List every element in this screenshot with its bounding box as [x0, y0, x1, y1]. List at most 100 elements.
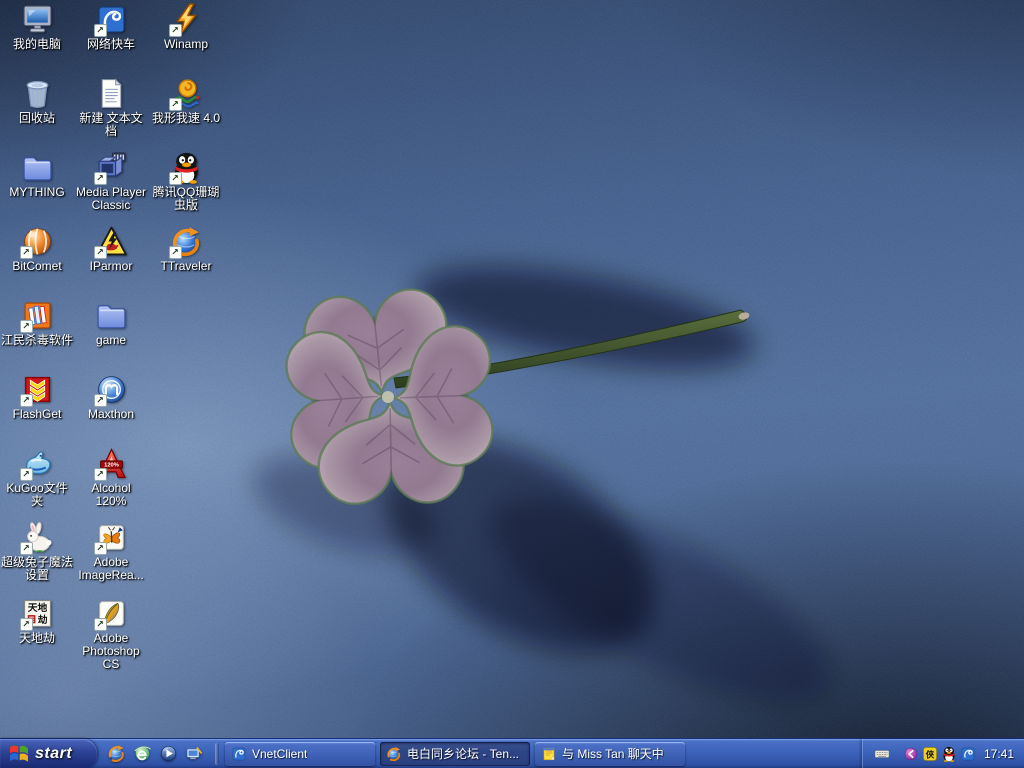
svg-text:劫: 劫	[37, 613, 47, 626]
desktop-icon-vnet[interactable]: ↗ 网络快车	[75, 3, 147, 51]
quick-launch-windows-media-player[interactable]	[159, 744, 178, 763]
desktop-icon-image: ↗	[95, 521, 128, 554]
shortcut-arrow-overlay: ↗	[20, 394, 33, 407]
desktop-icon-label: Maxthon	[88, 408, 134, 421]
desktop-icon-image: ↗	[21, 373, 54, 406]
desktop-icon-label: FlashGet	[13, 408, 62, 421]
desktop-icon-image: ↗	[95, 597, 128, 630]
desktop-icon-woxing[interactable]: ↗ 我形我速 4.0	[150, 77, 222, 125]
shortcut-arrow-overlay: ↗	[169, 172, 182, 185]
desktop-icon-bitcomet[interactable]: ↗ BitComet	[1, 225, 73, 273]
desktop-icon-label: 我形我速 4.0	[152, 112, 220, 125]
desktop-icon-iparmor[interactable]: ↗ IParmor	[75, 225, 147, 273]
desktop-icon-imageready[interactable]: ↗ Adobe ImageRea...	[75, 521, 147, 582]
desktop-icon-image	[21, 77, 54, 110]
desktop-icon-image: ↗	[21, 299, 54, 332]
desktop-icon-text-document[interactable]: 新建 文本文档	[75, 77, 147, 138]
start-button[interactable]: start	[0, 739, 97, 768]
desktop-icon-image	[21, 151, 54, 184]
desktop-icon-image	[21, 3, 54, 36]
shortcut-arrow-overlay: ↗	[20, 542, 33, 555]
tray-icon-hide-icons-arrow[interactable]	[903, 746, 919, 762]
desktop-icon-mpc[interactable]: ↗ Media Player Classic	[75, 151, 147, 212]
desktop-icon-ttraveler[interactable]: ↗ TTraveler	[150, 225, 222, 273]
quick-launch-show-desktop[interactable]	[185, 744, 204, 763]
desktop-icon-folder[interactable]: game	[75, 299, 147, 347]
desktop-icon-label: 我的电脑	[13, 38, 61, 51]
desktop-icon-image: ↗	[95, 373, 128, 406]
shortcut-arrow-overlay: ↗	[169, 98, 182, 111]
task-button[interactable]: VnetClient	[225, 742, 375, 766]
desktop-icon-kugoo[interactable]: ↗ KuGoo文件夹	[1, 447, 73, 508]
desktop-icon-winamp[interactable]: ↗ Winamp	[150, 3, 222, 51]
desktop-icon-image: 天地劫↗	[21, 597, 54, 630]
tray-icon-qq-messenger[interactable]	[941, 746, 957, 762]
desktop-icon-alcohol[interactable]: 120%↗ Alcohol 120%	[75, 447, 147, 508]
desktop-icon-image: ↗	[21, 447, 54, 480]
desktop-icon-jiangmin[interactable]: ↗ 江民杀毒软件	[1, 299, 73, 347]
desktop-icon-label: 回收站	[19, 112, 55, 125]
tray-icon-xiake-app[interactable]: 侠	[922, 746, 938, 762]
shortcut-arrow-overlay: ↗	[20, 468, 33, 481]
desktop-icon-image: 120%↗	[95, 447, 128, 480]
desktop-icon-image: ↗	[95, 3, 128, 36]
shortcut-arrow-overlay: ↗	[94, 468, 107, 481]
taskbar: start VnetClient 电白同乡论坛 - Ten... 与 Miss …	[0, 738, 1024, 768]
desktop-icon-image: ↗	[170, 77, 203, 110]
desktop-icon-label: 网络快车	[87, 38, 135, 51]
desktop-icon-image: ↗	[170, 225, 203, 258]
desktop-icon-label: 超级兔子魔法设置	[1, 556, 73, 582]
shortcut-arrow-overlay: ↗	[94, 172, 107, 185]
desktop-icon-tiandijie[interactable]: 天地劫↗ 天地劫	[1, 597, 73, 645]
tray-icon-input-method-keyboard[interactable]	[873, 746, 891, 762]
desktop-icon-maxthon[interactable]: ↗ Maxthon	[75, 373, 147, 421]
shortcut-arrow-overlay: ↗	[94, 24, 107, 37]
desktop-icon-label: 江民杀毒软件	[1, 334, 73, 347]
task-button-icon	[541, 746, 557, 762]
desktop-icon-rabbit[interactable]: ↗ 超级兔子魔法设置	[1, 521, 73, 582]
desktop-icon-image	[95, 77, 128, 110]
task-button-icon	[386, 746, 402, 762]
task-button-label: VnetClient	[252, 747, 307, 761]
task-button-icon	[231, 746, 247, 762]
desktop-icon-label: IParmor	[90, 260, 133, 273]
desktop-icon-image: ↗	[95, 151, 128, 184]
shortcut-arrow-overlay: ↗	[94, 394, 107, 407]
desktop-icon-photoshop[interactable]: ↗ Adobe Photoshop CS	[75, 597, 147, 671]
quick-launch-ttraveler-quick[interactable]	[107, 744, 126, 763]
task-button-label: 电白同乡论坛 - Ten...	[407, 745, 519, 762]
quick-launch-internet-explorer[interactable]	[133, 744, 152, 763]
screen: 120% 天地劫 侠 我的电脑 回收站 MYTHING ↗	[0, 0, 1024, 768]
tray-clock[interactable]: 17:41	[984, 747, 1014, 761]
shortcut-arrow-overlay: ↗	[94, 618, 107, 631]
desktop-icon-label: 腾讯QQ珊瑚虫版	[150, 186, 222, 212]
shortcut-arrow-overlay: ↗	[169, 246, 182, 259]
windows-logo-icon	[8, 743, 30, 764]
task-button[interactable]: 电白同乡论坛 - Ten...	[380, 742, 530, 766]
shortcut-arrow-overlay: ↗	[20, 320, 33, 333]
shortcut-arrow-overlay: ↗	[94, 246, 107, 259]
desktop-icon-label: game	[96, 334, 126, 347]
desktop-icon-label: Adobe ImageRea...	[75, 556, 147, 582]
task-buttons: VnetClient 电白同乡论坛 - Ten... 与 Miss Tan 聊天…	[225, 742, 685, 766]
desktop-wallpaper: 120% 天地劫 侠 我的电脑 回收站 MYTHING ↗	[0, 0, 1024, 768]
task-button-label: 与 Miss Tan 聊天中	[562, 745, 664, 762]
desktop-icon-label: TTraveler	[161, 260, 212, 273]
tray-icon-vnet-dialer[interactable]	[960, 746, 976, 762]
desktop-icon-qq[interactable]: ↗ 腾讯QQ珊瑚虫版	[150, 151, 222, 212]
desktop-icon-label: 新建 文本文档	[75, 112, 147, 138]
desktop-icon-recycle-bin[interactable]: 回收站	[1, 77, 73, 125]
task-button[interactable]: 与 Miss Tan 聊天中	[535, 742, 685, 766]
desktop-icon-image: ↗	[21, 225, 54, 258]
desktop-icon-flashget[interactable]: ↗ FlashGet	[1, 373, 73, 421]
desktop-icon-folder[interactable]: MYTHING	[1, 151, 73, 199]
shortcut-arrow-overlay: ↗	[20, 618, 33, 631]
desktop-icon-image: ↗	[170, 3, 203, 36]
desktop-icon-my-computer[interactable]: 我的电脑	[1, 3, 73, 51]
desktop-icon-image: ↗	[95, 225, 128, 258]
desktop-icon-label: Alcohol 120%	[75, 482, 147, 508]
desktop-icon-label: Media Player Classic	[75, 186, 147, 212]
desktop-icon-label: 天地劫	[19, 632, 55, 645]
desktop-icon-label: MYTHING	[9, 186, 64, 199]
taskbar-separator[interactable]	[215, 743, 219, 765]
